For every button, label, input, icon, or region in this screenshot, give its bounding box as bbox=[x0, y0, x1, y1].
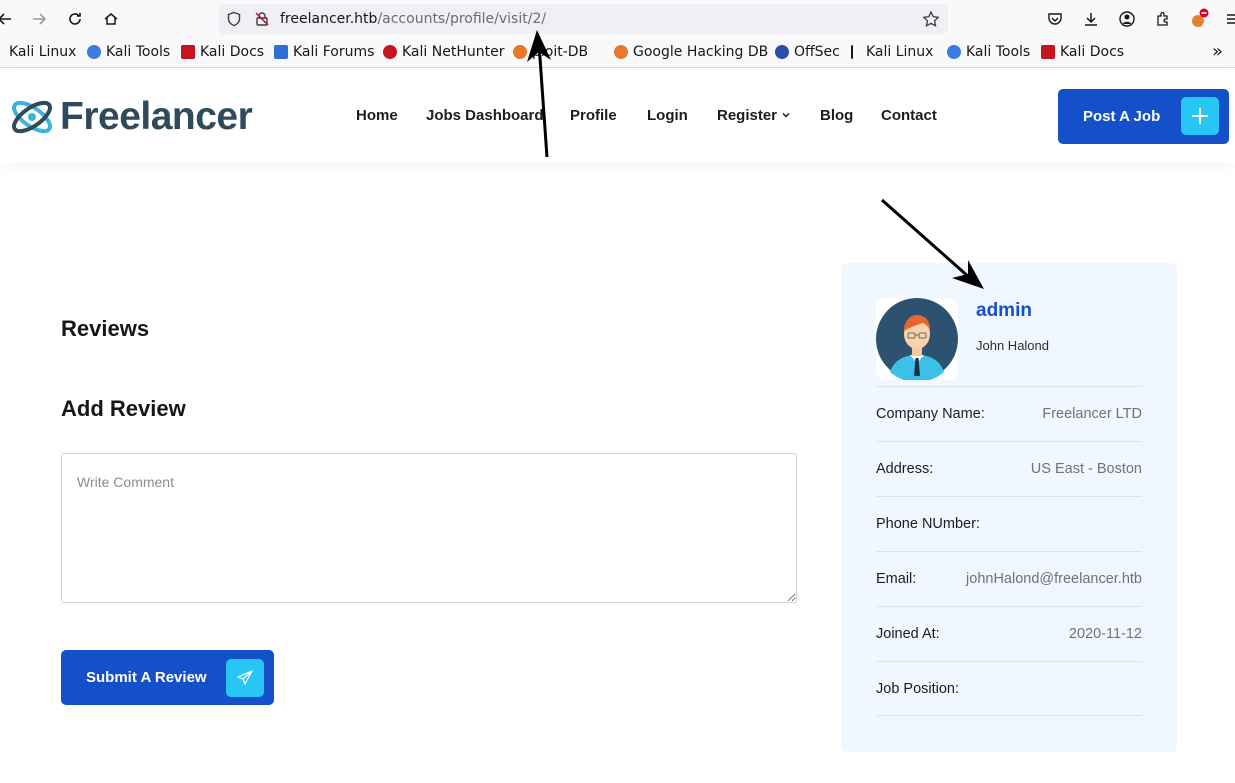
download-icon[interactable] bbox=[1080, 8, 1102, 30]
account-icon[interactable] bbox=[1116, 8, 1138, 30]
logo[interactable]: Freelancer bbox=[8, 93, 253, 141]
submit-review-label: Submit A Review bbox=[86, 669, 207, 686]
bookmark-kali-docs-2[interactable]: Kali Docs bbox=[1041, 44, 1124, 60]
profile-username: admin bbox=[976, 300, 1032, 321]
nav-profile[interactable]: Profile bbox=[570, 107, 617, 124]
detail-label: Company Name: bbox=[876, 406, 985, 422]
bookmark-kali-tools[interactable]: Kali Tools bbox=[87, 44, 170, 60]
detail-row-company: Company Name: Freelancer LTD bbox=[876, 386, 1142, 441]
profile-full-name: John Halond bbox=[976, 338, 1049, 353]
profile-card: admin John Halond Company Name: Freelance… bbox=[841, 263, 1177, 752]
nav-blog[interactable]: Blog bbox=[820, 107, 853, 124]
bookmark-offsec[interactable]: OffSec bbox=[775, 44, 840, 60]
shield-icon[interactable] bbox=[226, 11, 242, 31]
post-job-label: Post A Job bbox=[1083, 108, 1161, 125]
detail-row-job-position: Job Position: bbox=[876, 661, 1142, 716]
chevron-down-icon bbox=[782, 112, 790, 118]
reload-icon[interactable] bbox=[64, 8, 86, 30]
bookmarks-overflow-icon[interactable]: » bbox=[1212, 41, 1223, 62]
add-review-heading: Add Review bbox=[61, 396, 186, 421]
avatar bbox=[876, 298, 958, 380]
pocket-icon[interactable] bbox=[1044, 8, 1066, 30]
user-avatar-icon bbox=[876, 298, 958, 380]
bookmark-exploit-db[interactable]: ploit-DB bbox=[513, 44, 588, 60]
reviews-heading: Reviews bbox=[61, 316, 150, 341]
bookmark-kali-forums[interactable]: Kali Forums bbox=[274, 44, 374, 60]
star-icon[interactable] bbox=[922, 10, 940, 32]
submit-review-button[interactable]: Submit A Review bbox=[61, 650, 274, 705]
bookmark-kali-tools-2[interactable]: Kali Tools bbox=[947, 44, 1030, 60]
address-bar[interactable]: freelancer.htb/accounts/profile/visit/2/ bbox=[218, 4, 948, 34]
profile-details: Company Name: Freelancer LTD Address: US E… bbox=[876, 386, 1142, 716]
nav-jobs-dashboard[interactable]: Jobs Dashboard bbox=[426, 107, 544, 124]
browser-toolbar: freelancer.htb/accounts/profile/visit/2/ bbox=[0, 0, 1235, 38]
kali-dragon-icon bbox=[851, 45, 861, 59]
extension-badge-icon[interactable] bbox=[1188, 8, 1210, 30]
kali-tools-icon bbox=[947, 45, 961, 59]
kali-tools-icon bbox=[87, 45, 101, 59]
nethunter-icon bbox=[383, 45, 397, 59]
detail-label: Joined At: bbox=[876, 626, 940, 642]
forward-arrow-icon[interactable] bbox=[28, 8, 50, 30]
detail-row-email: Email: johnHalond@freelancer.htb bbox=[876, 551, 1142, 606]
post-job-button[interactable]: Post A Job bbox=[1058, 89, 1229, 144]
detail-row-phone: Phone NUmber: bbox=[876, 496, 1142, 551]
plus-icon bbox=[1181, 97, 1219, 135]
detail-label: Email: bbox=[876, 571, 917, 587]
lock-slash-icon[interactable] bbox=[254, 11, 270, 31]
detail-value: 2020-11-12 bbox=[1068, 626, 1142, 642]
nav-home[interactable]: Home bbox=[356, 107, 398, 124]
nav-contact[interactable]: Contact bbox=[881, 107, 937, 124]
comment-textarea[interactable] bbox=[61, 453, 797, 603]
detail-label: Phone NUmber: bbox=[876, 516, 980, 532]
detail-value: US East - Boston bbox=[1030, 461, 1142, 477]
kali-dragon-icon bbox=[0, 45, 4, 59]
extensions-icon[interactable] bbox=[1152, 8, 1174, 30]
detail-label: Address: bbox=[876, 461, 934, 477]
exploit-db-icon bbox=[513, 45, 527, 59]
kali-docs-icon bbox=[181, 45, 195, 59]
url-text[interactable]: freelancer.htb/accounts/profile/visit/2/ bbox=[280, 11, 546, 27]
menu-icon[interactable] bbox=[1222, 8, 1235, 30]
home-icon[interactable] bbox=[100, 8, 122, 30]
paper-plane-icon bbox=[226, 659, 264, 697]
kali-forums-icon bbox=[274, 45, 288, 59]
nav-login[interactable]: Login bbox=[647, 107, 688, 124]
nav-register-label: Register bbox=[717, 107, 778, 124]
logo-atom-icon bbox=[12, 100, 52, 134]
detail-value: johnHalond@freelancer.htb bbox=[966, 571, 1142, 587]
offsec-icon bbox=[775, 45, 789, 59]
detail-row-address: Address: US East - Boston bbox=[876, 441, 1142, 496]
url-host: freelancer.htb bbox=[280, 11, 378, 27]
back-arrow-icon[interactable] bbox=[0, 8, 16, 30]
site-header: Freelancer Home Jobs Dashboard Profile L… bbox=[0, 69, 1235, 163]
bookmark-kali-linux-2[interactable]: Kali Linux bbox=[851, 44, 933, 60]
detail-label: Job Position: bbox=[876, 680, 960, 697]
logo-text: Freelancer bbox=[60, 95, 253, 138]
ghdb-icon bbox=[614, 45, 628, 59]
bookmark-kali-linux[interactable]: Kali Linux bbox=[0, 44, 76, 60]
url-path: /accounts/profile/visit/2/ bbox=[377, 11, 547, 27]
detail-value: Freelancer LTD bbox=[1042, 406, 1142, 422]
detail-row-joined: Joined At: 2020-11-12 bbox=[876, 606, 1142, 661]
bookmark-kali-nethunter[interactable]: Kali NetHunter bbox=[383, 44, 504, 60]
bookmark-google-hacking-db[interactable]: Google Hacking DB bbox=[614, 44, 768, 60]
bookmarks-toolbar: Kali Linux Kali Tools Kali Docs Kali For… bbox=[0, 38, 1235, 68]
nav-register[interactable]: Register bbox=[717, 107, 791, 124]
kali-docs-icon bbox=[1041, 45, 1055, 59]
bookmark-kali-docs[interactable]: Kali Docs bbox=[181, 44, 264, 60]
